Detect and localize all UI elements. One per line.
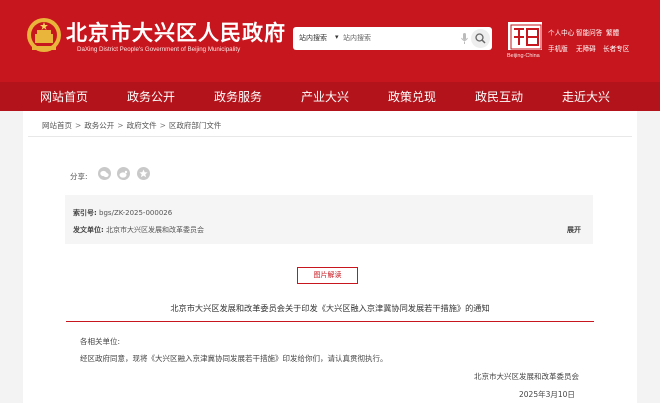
breadcrumb-separator: > xyxy=(75,121,82,130)
breadcrumb-gov-affairs[interactable]: 政务公开 xyxy=(84,121,114,130)
smart-qa-link[interactable]: 智能问答 xyxy=(576,27,602,37)
share-label: 分享: xyxy=(70,172,88,181)
nav-item-industry[interactable]: 产业大兴 xyxy=(301,88,349,105)
qzone-icon[interactable] xyxy=(137,167,150,180)
capital-logo-icon xyxy=(510,24,542,50)
document-meta-box: 索引号: bgs/ZK-2025-000026 发文单位: 北京市大兴区发展和改… xyxy=(65,195,593,244)
document-salutation: 各相关单位: xyxy=(80,337,121,346)
site-title[interactable]: 北京市大兴区人民政府 xyxy=(66,17,286,47)
traditional-chinese-link[interactable]: 繁體 xyxy=(606,27,619,37)
expand-button[interactable]: 展开 xyxy=(567,225,581,235)
breadcrumb-home[interactable]: 网站首页 xyxy=(42,121,72,130)
chevron-down-icon[interactable]: ▾ xyxy=(335,33,339,41)
document-title: 北京市大兴区发展和改革委员会关于印发《大兴区融入京津冀协同发展若干措施》的通知 xyxy=(170,303,490,313)
search-button[interactable] xyxy=(471,29,490,48)
document-date: 2025年3月10日 xyxy=(519,390,575,399)
nav-item-about-daxing[interactable]: 走近大兴 xyxy=(562,88,610,105)
nav-item-policy[interactable]: 政策兑现 xyxy=(388,88,436,105)
image-interpretation-button[interactable]: 图片解读 xyxy=(297,267,358,284)
document-paragraph: 经区政府同意，现将《大兴区融入京津冀协同发展若干措施》印发给你们，请认真贯彻执行… xyxy=(80,354,388,363)
issuer-label: 发文单位: xyxy=(73,226,104,234)
capital-beijing-logo[interactable] xyxy=(508,22,542,50)
breadcrumb: 网站首页 > 政务公开 > 政府文件 > 区政府部门文件 xyxy=(42,120,221,131)
national-emblem-icon xyxy=(27,18,61,52)
index-number-row: 索引号: bgs/ZK-2025-000026 xyxy=(73,208,172,218)
nav-item-interaction[interactable]: 政民互动 xyxy=(475,88,523,105)
breadcrumb-separator: > xyxy=(159,121,166,130)
breadcrumb-dept-documents[interactable]: 区政府部门文件 xyxy=(169,121,222,130)
document-signature: 北京市大兴区发展和改革委员会 xyxy=(474,372,579,381)
nav-item-gov-services[interactable]: 政务服务 xyxy=(214,88,262,105)
mobile-version-link[interactable]: 手机版 xyxy=(548,43,568,53)
personal-center-link[interactable]: 个人中心 xyxy=(548,27,574,37)
wechat-icon[interactable] xyxy=(98,167,111,180)
issuer-value: 北京市大兴区发展和改革委员会 xyxy=(106,226,205,234)
search-scope-select[interactable]: 站内搜索 xyxy=(299,33,327,43)
elder-zone-link[interactable]: 长者专区 xyxy=(603,43,629,53)
breadcrumb-gov-documents[interactable]: 政府文件 xyxy=(127,121,157,130)
index-number-label: 索引号: xyxy=(73,209,97,217)
nav-item-home[interactable]: 网站首页 xyxy=(40,88,88,105)
issuer-row: 发文单位: 北京市大兴区发展和改革委员会 xyxy=(73,225,204,235)
main-nav: 网站首页 政务公开 政务服务 产业大兴 政策兑现 政民互动 走近大兴 xyxy=(0,82,660,111)
breadcrumb-separator: > xyxy=(117,121,124,130)
search-icon xyxy=(475,33,486,44)
title-rule xyxy=(66,321,594,322)
site-subtitle: DaXing District People's Government of B… xyxy=(77,46,241,53)
nav-item-gov-affairs[interactable]: 政务公开 xyxy=(127,88,175,105)
index-number-value: bgs/ZK-2025-000026 xyxy=(99,209,173,217)
capital-logo-caption: Beijing·China xyxy=(507,53,540,59)
microphone-icon[interactable] xyxy=(461,33,468,44)
breadcrumb-divider xyxy=(28,136,632,137)
search-input[interactable] xyxy=(343,31,443,45)
accessibility-link[interactable]: 无障碍 xyxy=(576,43,596,53)
weibo-icon[interactable] xyxy=(117,167,130,180)
